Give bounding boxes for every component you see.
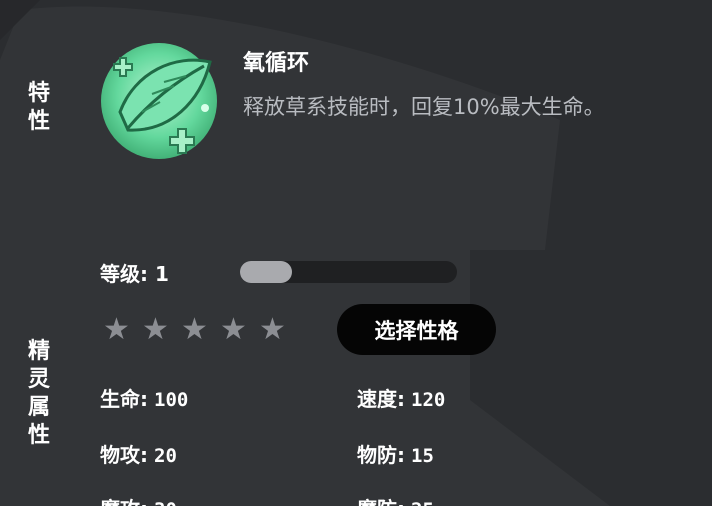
stat-speed: 速度: 120 [357, 383, 445, 412]
stat-physical-defense: 物防: 15 [357, 439, 434, 468]
stat-label: 生命: [100, 387, 148, 411]
stat-value: 30 [154, 499, 177, 506]
select-nature-button[interactable]: 选择性格 [337, 304, 496, 355]
stat-hp: 生命: 100 [100, 383, 188, 412]
trait-name: 氧循环 [243, 51, 310, 76]
star-icon: ★ [142, 312, 169, 347]
spirit-info-panel: 特性 氧循环 释放草系技能时，回复10%最大生命。 精灵属性 等级: 1 ★ ★… [0, 0, 712, 506]
stat-label: 魔攻: [100, 497, 148, 506]
stat-label: 物防: [357, 443, 405, 467]
trait-description: 释放草系技能时，回复10%最大生命。 [243, 95, 605, 119]
star-icon: ★ [181, 312, 208, 347]
stat-magic-defense: 魔防: 25 [357, 493, 434, 506]
star-icon: ★ [259, 312, 286, 347]
stat-value: 25 [411, 499, 434, 506]
stat-value: 15 [411, 445, 434, 467]
stat-value: 20 [154, 445, 177, 467]
level-label: 等级: 1 [100, 262, 169, 286]
stat-magic-attack: 魔攻: 30 [100, 493, 177, 506]
stat-label: 魔防: [357, 497, 405, 506]
leaf-icon [100, 42, 218, 160]
level-progress-fill [240, 261, 293, 283]
level-progress-bar [240, 261, 457, 283]
trait-section-label: 特性 [27, 81, 50, 134]
star-icon: ★ [220, 312, 247, 347]
stat-physical-attack: 物攻: 20 [100, 439, 177, 468]
stat-label: 速度: [357, 387, 405, 411]
stat-value: 120 [411, 389, 446, 411]
star-icon: ★ [103, 312, 130, 347]
stat-value: 100 [154, 389, 189, 411]
stat-label: 物攻: [100, 443, 148, 467]
attributes-section-label: 精灵属性 [27, 339, 50, 448]
